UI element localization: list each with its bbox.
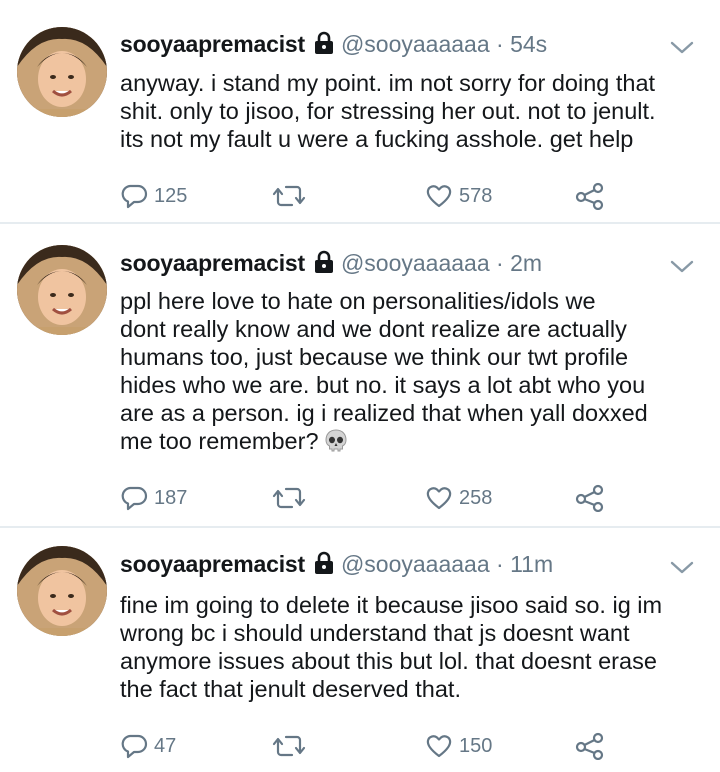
tweet-text-line: hides who we are. but no. it says a lot … [120,372,646,398]
display-name[interactable]: sooyaapremacist [120,31,305,57]
handle[interactable]: @sooyaaaaaa [341,31,490,57]
avatar[interactable] [17,245,107,335]
reply-count: 125 [154,184,188,207]
like-button[interactable]: 258 [425,482,492,514]
like-icon [425,484,453,512]
avatar[interactable] [17,27,107,117]
skull-icon [323,428,349,454]
tweet-text-line: wrong bc i should understand that js doe… [120,620,630,646]
separator-dot: · [496,551,504,577]
tweet-text-line: shit. only to jisoo, for stressing her o… [120,98,656,124]
tweet-text-line: anyway. i stand my point. im not sorry f… [120,70,656,96]
share-button[interactable] [575,180,605,212]
like-count: 150 [459,734,493,757]
retweet-button[interactable] [272,180,312,212]
tweet[interactable]: sooyaapremacist @sooyaaaaaa · 11m fine im… [0,528,720,772]
chevron-down-icon[interactable] [668,257,696,277]
tweet-actions: 47 150 [120,730,620,762]
retweet-button[interactable] [272,730,312,762]
tweet-text-line: ppl here love to hate on personalities/i… [120,288,596,314]
reply-icon [120,732,148,760]
tweet[interactable]: sooyaapremacist @sooyaaaaaa · 2m ppl here… [0,224,720,526]
like-count: 578 [459,184,493,207]
separator-dot: · [496,31,504,57]
tweet-text-line: the fact that jenult deserved that. [120,676,461,702]
share-icon [575,732,605,760]
tweet-header: sooyaapremacist @sooyaaaaaa · 54s [120,29,547,59]
like-icon [425,732,453,760]
lock-icon [311,550,337,576]
display-name[interactable]: sooyaapremacist [120,250,305,276]
tweet-text-line: dont really know and we dont realize are… [120,316,627,342]
share-icon [575,182,605,210]
lock-icon [311,249,337,275]
retweet-icon [272,732,306,760]
handle[interactable]: @sooyaaaaaa [341,250,490,276]
chevron-down-icon[interactable] [668,558,696,578]
like-icon [425,182,453,210]
tweet-text: fine im going to delete it because jisoo… [120,591,700,703]
handle[interactable]: @sooyaaaaaa [341,551,490,577]
tweet-text-line: fine im going to delete it because jisoo… [120,592,663,618]
timestamp[interactable]: 2m [510,250,542,276]
tweet-text-line: its not my fault u were a fucking asshol… [120,126,634,152]
lock-icon [311,30,337,56]
reply-button[interactable]: 187 [120,482,187,514]
retweet-button[interactable] [272,482,312,514]
tweet-header: sooyaapremacist @sooyaaaaaa · 11m [120,549,553,579]
like-button[interactable]: 578 [425,180,492,212]
display-name[interactable]: sooyaapremacist [120,551,305,577]
tweet-text-line: are as a person. ig i realized that when… [120,400,648,426]
reply-count: 187 [154,486,188,509]
timestamp[interactable]: 54s [510,31,547,57]
reply-icon [120,484,148,512]
chevron-down-icon[interactable] [668,38,696,58]
tweet-text-line: humans too, just because we think our tw… [120,344,629,370]
tweet-actions: 125 578 [120,180,620,212]
share-button[interactable] [575,730,605,762]
like-button[interactable]: 150 [425,730,492,762]
tweet-header: sooyaapremacist @sooyaaaaaa · 2m [120,248,542,278]
like-count: 258 [459,486,493,509]
reply-icon [120,182,148,210]
separator-dot: · [496,250,504,276]
retweet-icon [272,484,306,512]
reply-count: 47 [154,734,177,757]
tweet[interactable]: sooyaapremacist @sooyaaaaaa · 54s anyway.… [0,0,720,222]
tweet-text: ppl here love to hate on personalities/i… [120,287,700,455]
reply-button[interactable]: 125 [120,180,187,212]
share-button[interactable] [575,482,605,514]
share-icon [575,484,605,512]
tweet-text-line-last: me too remember? [120,427,700,455]
avatar[interactable] [17,546,107,636]
reply-button[interactable]: 47 [120,730,176,762]
tweet-actions: 187 258 [120,482,620,514]
retweet-icon [272,182,306,210]
timestamp[interactable]: 11m [510,551,553,577]
tweet-text: anyway. i stand my point. im not sorry f… [120,69,700,153]
tweet-text-line: anymore issues about this but lol. that … [120,648,657,674]
tweet-text-line: me too remember? [120,428,319,454]
